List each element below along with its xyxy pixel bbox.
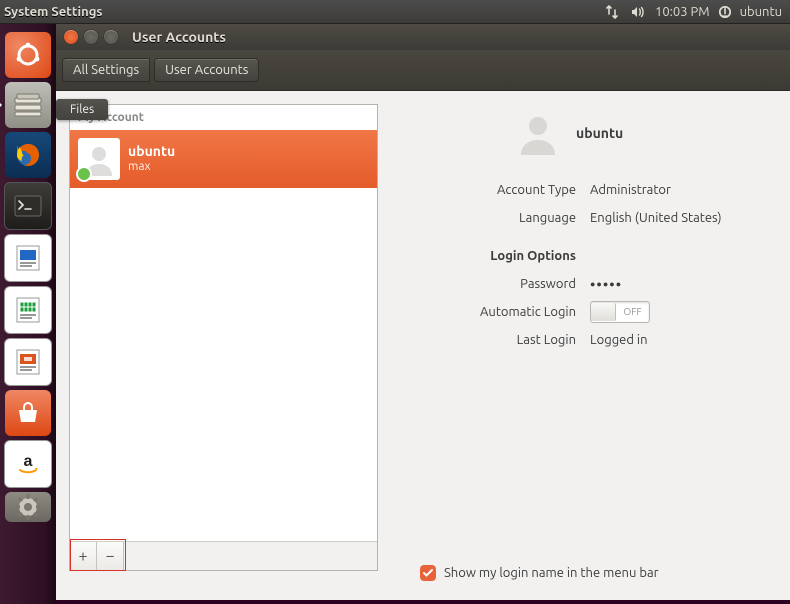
breadcrumb: All Settings User Accounts bbox=[56, 50, 790, 91]
window-title: User Accounts bbox=[126, 29, 226, 45]
title-bar: User Accounts bbox=[56, 24, 790, 50]
launcher-firefox[interactable] bbox=[5, 132, 51, 178]
password-label: Password bbox=[406, 277, 576, 291]
user-list-toolbar: + − bbox=[70, 541, 377, 570]
avatar-icon bbox=[78, 138, 120, 180]
launcher-files[interactable] bbox=[5, 82, 51, 128]
presence-indicator bbox=[76, 166, 92, 182]
account-type-value[interactable]: Administrator bbox=[590, 183, 766, 197]
remove-user-button[interactable]: − bbox=[97, 542, 124, 570]
password-value[interactable]: ●●●●● bbox=[590, 279, 766, 289]
language-label: Language bbox=[406, 211, 576, 225]
close-icon[interactable] bbox=[64, 30, 78, 44]
login-options-header: Login Options bbox=[406, 249, 576, 263]
panel-session-user[interactable]: ubuntu bbox=[738, 0, 790, 24]
top-panel: System Settings 10:03 PM ubuntu bbox=[0, 0, 790, 24]
last-login-value: Logged in bbox=[590, 333, 766, 347]
detail-name[interactable]: ubuntu bbox=[576, 125, 623, 141]
avatar-large-icon[interactable] bbox=[516, 111, 560, 155]
user-list: My Account ubuntu max + − bbox=[69, 104, 378, 571]
launcher-calc[interactable] bbox=[4, 286, 52, 334]
user-accounts-window: User Accounts All Settings User Accounts… bbox=[56, 24, 790, 600]
launcher-software-center[interactable] bbox=[5, 390, 51, 436]
svg-text:a: a bbox=[24, 453, 33, 470]
launcher-tooltip: Files bbox=[56, 99, 108, 120]
user-display-name: ubuntu bbox=[128, 143, 175, 160]
language-value[interactable]: English (United States) bbox=[590, 211, 766, 225]
network-icon[interactable] bbox=[599, 0, 625, 24]
launcher-settings[interactable] bbox=[5, 492, 51, 522]
maximize-icon[interactable] bbox=[104, 30, 118, 44]
user-row[interactable]: ubuntu max bbox=[70, 130, 377, 188]
launcher-writer[interactable] bbox=[4, 234, 52, 282]
minimize-icon[interactable] bbox=[84, 30, 98, 44]
launcher-terminal[interactable] bbox=[4, 182, 52, 230]
breadcrumb-user-accounts[interactable]: User Accounts bbox=[154, 58, 259, 82]
auto-login-state: OFF bbox=[616, 306, 649, 317]
panel-clock[interactable]: 10:03 PM bbox=[653, 0, 712, 24]
auto-login-label: Automatic Login bbox=[406, 305, 576, 319]
launcher-impress[interactable] bbox=[4, 338, 52, 386]
sound-icon[interactable] bbox=[625, 0, 653, 24]
show-login-name-label[interactable]: Show my login name in the menu bar bbox=[444, 566, 659, 580]
user-username: max bbox=[128, 160, 175, 174]
add-user-button[interactable]: + bbox=[70, 542, 97, 570]
auto-login-switch[interactable]: OFF bbox=[590, 301, 650, 323]
launcher: a bbox=[0, 24, 56, 604]
last-login-label: Last Login bbox=[406, 333, 576, 347]
detail-panel: ubuntu Account Type Administrator Langua… bbox=[378, 91, 790, 601]
breadcrumb-all-settings[interactable]: All Settings bbox=[62, 58, 150, 82]
show-login-name-checkbox[interactable] bbox=[420, 565, 436, 581]
session-icon[interactable] bbox=[712, 0, 738, 24]
launcher-amazon[interactable]: a bbox=[4, 440, 52, 488]
user-list-section: My Account bbox=[70, 105, 377, 130]
tooltip-text: Files bbox=[70, 103, 94, 116]
launcher-dash[interactable] bbox=[5, 32, 51, 78]
panel-app-name: System Settings bbox=[0, 5, 111, 19]
account-type-label: Account Type bbox=[406, 183, 576, 197]
